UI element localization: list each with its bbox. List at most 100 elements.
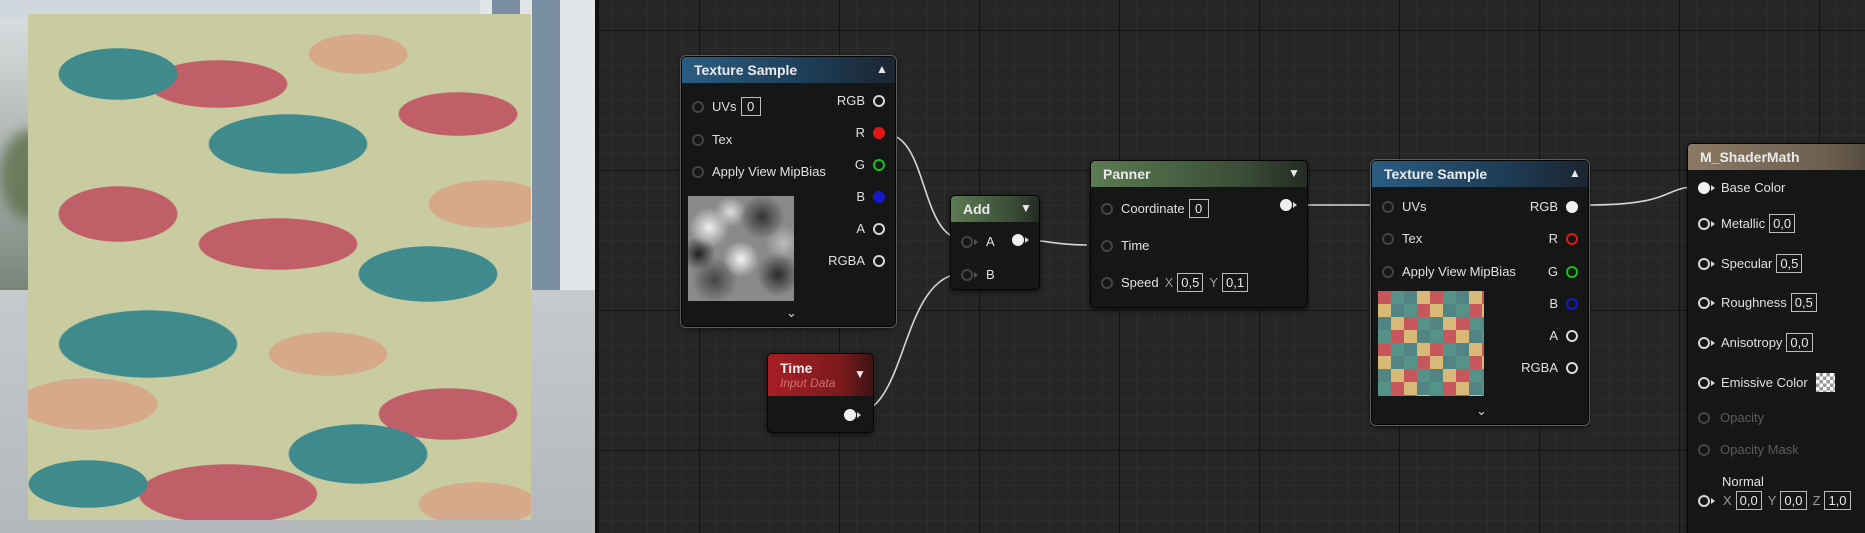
output-pin-rgba[interactable]: RGBA: [828, 253, 885, 268]
input-pin[interactable]: [961, 235, 973, 248]
input-pin-roughness[interactable]: Roughness 0,5: [1698, 293, 1817, 312]
output-pin[interactable]: [873, 126, 885, 139]
input-pin[interactable]: [692, 100, 704, 113]
output-pin[interactable]: [1012, 234, 1024, 246]
input-pin[interactable]: [1698, 494, 1710, 507]
input-pin[interactable]: [1101, 276, 1113, 289]
output-pin-a[interactable]: A: [1549, 328, 1578, 343]
input-pin-specular[interactable]: Specular 0,5: [1698, 254, 1803, 273]
input-pin[interactable]: [1101, 202, 1113, 215]
input-pin[interactable]: [1698, 217, 1710, 230]
input-pin-anisotropy[interactable]: Anisotropy 0,0: [1698, 333, 1813, 352]
output-pin[interactable]: [1566, 297, 1578, 310]
input-pin-normal[interactable]: X 0,0 Y 0,0 Z 1,0: [1698, 491, 1851, 510]
input-pin-mipbias[interactable]: Apply View MipBias: [692, 164, 826, 179]
input-pin-mipbias[interactable]: Apply View MipBias: [1382, 264, 1516, 279]
output-pin-r[interactable]: R: [856, 125, 885, 140]
chevron-down-icon[interactable]: ▼: [1020, 202, 1032, 214]
texture-sample-node[interactable]: Texture Sample ▲ UVs 0 Tex Apply View Mi…: [680, 55, 897, 328]
output-pin[interactable]: [873, 254, 885, 267]
output-pin-b[interactable]: B: [1549, 296, 1578, 311]
input-pin-b[interactable]: B: [961, 267, 995, 282]
input-pin-speed[interactable]: Speed X 0,5 Y 0,1: [1101, 273, 1249, 292]
output-pin[interactable]: [873, 222, 885, 235]
input-pin[interactable]: [1382, 232, 1394, 245]
node-header[interactable]: Texture Sample ▲: [1372, 161, 1588, 187]
chevron-up-icon[interactable]: ▲: [1569, 167, 1581, 179]
input-pin-base-color[interactable]: Base Color: [1698, 180, 1785, 195]
node-header[interactable]: Panner ▼: [1091, 161, 1307, 187]
input-pin-a[interactable]: A: [961, 234, 995, 249]
input-pin-metallic[interactable]: Metallic 0,0: [1698, 214, 1796, 233]
output-pin[interactable]: [1566, 232, 1578, 245]
output-pin[interactable]: [1280, 199, 1292, 211]
pin-label: UVs: [1402, 199, 1427, 214]
output-pin-b[interactable]: B: [856, 189, 885, 204]
input-pin[interactable]: [1698, 336, 1710, 349]
output-pin[interactable]: [873, 94, 885, 107]
output-pin-g[interactable]: G: [855, 157, 885, 172]
output-pin-add[interactable]: [1012, 234, 1029, 246]
input-pin[interactable]: [1698, 181, 1710, 194]
output-pin[interactable]: [873, 158, 885, 171]
speed-x-field[interactable]: 0,5: [1177, 273, 1204, 292]
panner-node[interactable]: Panner ▼ Coordinate 0 Time Speed X 0,5 Y…: [1090, 160, 1308, 308]
anisotropy-value-field[interactable]: 0,0: [1786, 333, 1813, 352]
node-header[interactable]: Add ▼: [951, 196, 1039, 222]
normal-z-field[interactable]: 1,0: [1824, 491, 1851, 510]
chevron-down-icon[interactable]: ⌄: [1476, 403, 1487, 419]
input-pin-coordinate[interactable]: Coordinate 0: [1101, 199, 1209, 218]
output-pin[interactable]: [873, 190, 885, 203]
material-graph-canvas[interactable]: Texture Sample ▲ UVs 0 Tex Apply View Mi…: [599, 0, 1865, 533]
uvs-value-field[interactable]: 0: [740, 97, 761, 116]
chevron-down-icon[interactable]: ▼: [854, 368, 866, 380]
output-pin-rgb[interactable]: RGB: [837, 93, 885, 108]
emissive-color-swatch[interactable]: [1815, 373, 1835, 392]
output-pin[interactable]: [1566, 265, 1578, 278]
output-pin-rgba[interactable]: RGBA: [1521, 360, 1578, 375]
input-pin-uvs[interactable]: UVs 0: [692, 97, 761, 116]
output-pin-g[interactable]: G: [1548, 264, 1578, 279]
add-node[interactable]: Add ▼ A B: [950, 195, 1040, 290]
output-pin[interactable]: [1566, 361, 1578, 374]
normal-y-field[interactable]: 0,0: [1780, 491, 1807, 510]
speed-y-field[interactable]: 0,1: [1222, 273, 1249, 292]
output-pin[interactable]: [844, 409, 856, 421]
specular-value-field[interactable]: 0,5: [1776, 254, 1803, 273]
output-pin-rgb[interactable]: RGB: [1530, 199, 1578, 214]
output-pin-a[interactable]: A: [856, 221, 885, 236]
material-preview-viewport[interactable]: [0, 0, 595, 533]
texture-sample-node[interactable]: Texture Sample ▲ UVs Tex Apply View MipB…: [1370, 159, 1590, 426]
input-pin-time[interactable]: Time: [1101, 238, 1149, 253]
input-pin[interactable]: [1698, 257, 1710, 270]
output-pin-r[interactable]: R: [1549, 231, 1578, 246]
input-pin-tex[interactable]: Tex: [1382, 231, 1422, 246]
output-pin[interactable]: [1566, 329, 1578, 342]
node-header[interactable]: Texture Sample ▲: [682, 57, 895, 83]
input-pin[interactable]: [1382, 200, 1394, 213]
input-pin[interactable]: [692, 133, 704, 146]
input-pin[interactable]: [961, 268, 973, 281]
chevron-down-icon[interactable]: ⌄: [786, 305, 797, 321]
output-pin[interactable]: [1566, 200, 1578, 213]
input-pin[interactable]: [1698, 296, 1710, 309]
coordinate-value-field[interactable]: 0: [1188, 199, 1209, 218]
input-pin[interactable]: [692, 165, 704, 178]
input-pin-tex[interactable]: Tex: [692, 132, 732, 147]
node-header[interactable]: Time Input Data ▼: [768, 354, 873, 396]
roughness-value-field[interactable]: 0,5: [1790, 293, 1817, 312]
output-pin-panner[interactable]: [1280, 199, 1297, 211]
node-header[interactable]: M_ShaderMath: [1688, 144, 1865, 170]
chevron-down-icon[interactable]: ▼: [1288, 167, 1300, 179]
input-pin-uvs[interactable]: UVs: [1382, 199, 1427, 214]
normal-x-field[interactable]: 0,0: [1735, 491, 1762, 510]
chevron-up-icon[interactable]: ▲: [876, 63, 888, 75]
output-pin-time[interactable]: [844, 409, 861, 421]
input-pin[interactable]: [1382, 265, 1394, 278]
input-pin-emissive[interactable]: Emissive Color: [1698, 373, 1835, 392]
input-pin[interactable]: [1101, 239, 1113, 252]
time-node[interactable]: Time Input Data ▼: [767, 353, 874, 433]
material-output-node[interactable]: M_ShaderMath Base Color Metallic 0,0 Spe…: [1687, 143, 1865, 533]
input-pin[interactable]: [1698, 376, 1710, 389]
metallic-value-field[interactable]: 0,0: [1769, 214, 1796, 233]
